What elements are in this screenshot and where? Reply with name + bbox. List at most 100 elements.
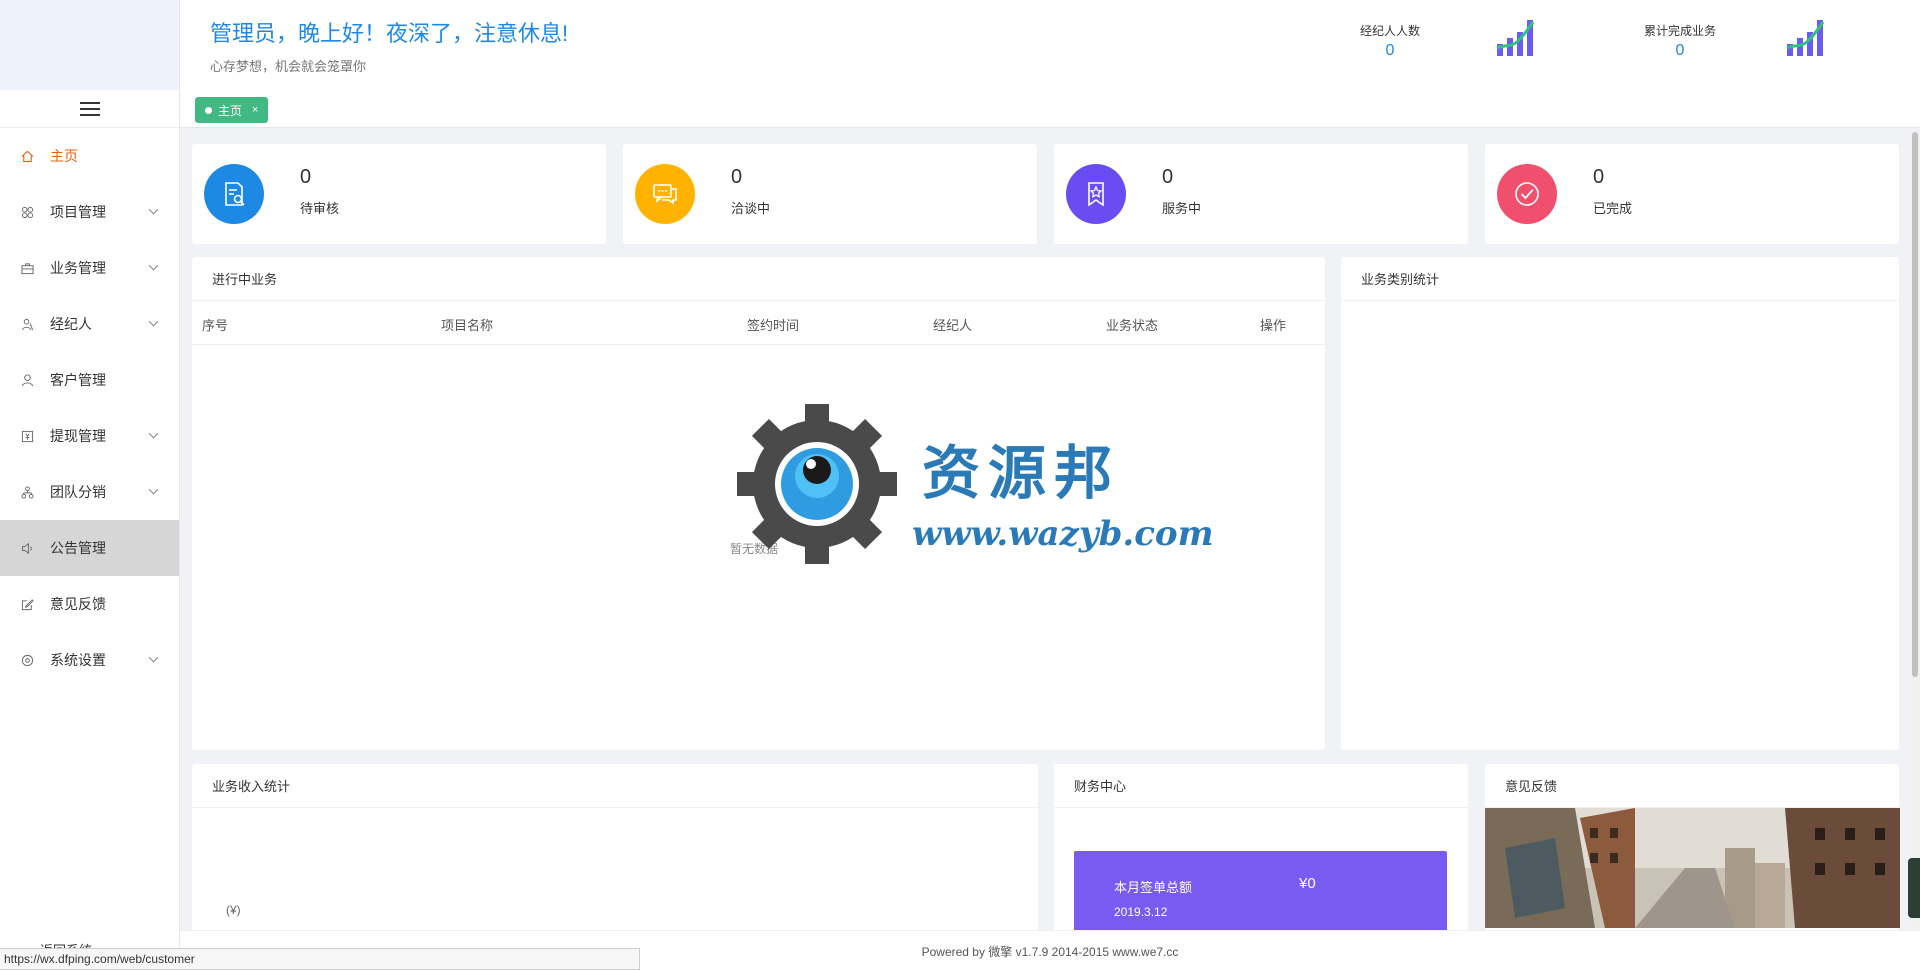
column-header-status[interactable]: 业务状态 — [1106, 315, 1158, 334]
document-search-icon — [204, 164, 264, 224]
monthly-total-card: 本月签单总额 ¥0 2019.3.12 — [1074, 851, 1447, 941]
category-stats-panel: 业务类别统计 — [1341, 257, 1899, 750]
hamburger-icon — [79, 101, 100, 116]
column-header-actions[interactable]: 操作 — [1260, 315, 1286, 334]
monthly-total-label: 本月签单总额 — [1114, 880, 1193, 895]
speaker-icon — [20, 541, 34, 555]
sidebar-item-settings[interactable]: 系统设置 — [0, 632, 179, 688]
main-content: 0 待审核 0 洽谈中 0 服务中 0 已完成 进行中业务 序号 项目名称 签约… — [180, 130, 1910, 941]
sidebar: 主页 项目管理 业务管理 经纪人 客户管理 提现管理 团队分销 公告管理 意见反… — [0, 0, 180, 970]
kpi-label: 待审核 — [300, 201, 340, 216]
status-bar-url: https://wx.dfping.com/web/customer — [0, 948, 640, 970]
feedback-panel: 意见反馈 — [1485, 764, 1900, 934]
check-circle-icon — [1497, 164, 1557, 224]
column-header-project[interactable]: 项目名称 — [441, 315, 493, 334]
team-icon — [20, 485, 34, 499]
chevron-down-icon — [148, 204, 159, 215]
sidebar-item-home[interactable]: 主页 — [0, 128, 179, 184]
sidebar-item-label: 经纪人 — [50, 316, 92, 332]
table-header: 序号 项目名称 签约时间 经纪人 业务状态 操作 — [192, 301, 1325, 345]
bar-growth-icon — [1496, 20, 1535, 56]
close-icon[interactable]: × — [252, 104, 258, 116]
sidebar-item-brokers[interactable]: 经纪人 — [0, 296, 179, 352]
kpi-label: 洽谈中 — [731, 201, 771, 216]
panel-title: 意见反馈 — [1485, 764, 1899, 808]
chevron-down-icon — [148, 484, 159, 495]
kpi-card-pending: 0 待审核 — [192, 144, 606, 244]
column-header-index[interactable]: 序号 — [202, 315, 228, 334]
people-icon — [20, 317, 34, 331]
sidebar-item-label: 团队分销 — [50, 484, 106, 500]
yen-axis-label: (¥) — [226, 903, 241, 917]
bookmark-star-icon — [1066, 164, 1126, 224]
stat-value: 0 — [1675, 42, 1685, 59]
logo-area — [0, 0, 179, 90]
menu-toggle-button[interactable] — [0, 90, 179, 128]
kpi-card-in-service: 0 服务中 — [1054, 144, 1468, 244]
completed-business-stat: 累计完成业务 0 — [1640, 18, 1840, 68]
tab-label: 主页 — [218, 103, 243, 118]
income-stats-panel: 业务收入统计 (¥) — [192, 764, 1038, 934]
monthly-total-value: ¥0 — [1299, 875, 1316, 892]
ongoing-business-panel: 进行中业务 序号 项目名称 签约时间 经纪人 业务状态 操作 暂无数据 — [192, 257, 1325, 750]
sidebar-item-label: 公告管理 — [50, 540, 106, 556]
chevron-down-icon — [148, 652, 159, 663]
kpi-label: 已完成 — [1593, 201, 1633, 216]
greeting-subtitle: 心存梦想，机会就会笼罩你 — [210, 59, 367, 74]
bar-growth-icon — [1786, 20, 1825, 56]
kpi-value: 0 — [1593, 166, 1605, 188]
sidebar-item-projects[interactable]: 项目管理 — [0, 184, 179, 240]
top-header: 管理员，晚上好！夜深了，注意休息! 心存梦想，机会就会笼罩你 经纪人人数 0 累… — [180, 0, 1920, 90]
kpi-value: 0 — [1162, 166, 1174, 188]
broker-count-stat: 经纪人人数 0 — [1350, 18, 1550, 68]
stat-value: 0 — [1385, 42, 1395, 59]
sidebar-item-feedback[interactable]: 意见反馈 — [0, 576, 179, 632]
kpi-value: 0 — [300, 166, 312, 188]
chevron-down-icon — [148, 428, 159, 439]
kpi-card-completed: 0 已完成 — [1485, 144, 1899, 244]
empty-state-text: 暂无数据 — [730, 542, 779, 556]
stat-label: 经纪人人数 — [1359, 24, 1420, 38]
kpi-card-negotiating: 0 洽谈中 — [623, 144, 1037, 244]
greeting-title: 管理员，晚上好！夜深了，注意休息! — [210, 21, 569, 46]
sidebar-item-withdraw[interactable]: 提现管理 — [0, 408, 179, 464]
sidebar-menu: 主页 项目管理 业务管理 经纪人 客户管理 提现管理 团队分销 公告管理 意见反… — [0, 128, 179, 688]
sidebar-item-announcements[interactable]: 公告管理 — [0, 520, 179, 576]
column-header-broker[interactable]: 经纪人 — [933, 315, 972, 334]
grid-icon — [20, 205, 34, 219]
tab-home[interactable]: 主页 × — [195, 97, 269, 123]
sidebar-item-label: 客户管理 — [50, 372, 106, 388]
settings-icon — [20, 653, 34, 667]
chat-icon — [635, 164, 695, 224]
column-header-sign-time[interactable]: 签约时间 — [747, 315, 799, 334]
city-street-image — [1485, 808, 1900, 928]
scrollbar-thumb[interactable] — [1912, 132, 1918, 677]
home-icon — [20, 149, 34, 163]
sidebar-item-business[interactable]: 业务管理 — [0, 240, 179, 296]
sidebar-item-label: 项目管理 — [50, 204, 106, 220]
kpi-label: 服务中 — [1162, 201, 1202, 216]
page-scrollbar[interactable] — [1910, 130, 1920, 930]
stat-label: 累计完成业务 — [1643, 24, 1716, 38]
user-icon — [20, 373, 34, 387]
finance-date: 2019.3.12 — [1114, 905, 1168, 919]
chevron-down-icon — [148, 316, 159, 327]
sidebar-item-label: 提现管理 — [50, 428, 106, 444]
chevron-down-icon — [148, 260, 159, 271]
side-float-tab[interactable] — [1908, 858, 1920, 918]
sidebar-item-customers[interactable]: 客户管理 — [0, 352, 179, 408]
sidebar-item-label: 主页 — [50, 148, 78, 164]
active-dot-icon — [205, 106, 212, 114]
sidebar-item-team[interactable]: 团队分销 — [0, 464, 179, 520]
panel-title: 业务收入统计 — [192, 764, 1038, 808]
edit-icon — [20, 597, 34, 611]
finance-panel: 财务中心 本月签单总额 ¥0 2019.3.12 — [1054, 764, 1468, 941]
tab-bar: 主页 × — [180, 90, 1920, 128]
sidebar-item-label: 意见反馈 — [50, 596, 106, 612]
sidebar-item-label: 业务管理 — [50, 260, 106, 276]
sidebar-item-label: 系统设置 — [50, 652, 106, 668]
panel-title: 进行中业务 — [192, 257, 1325, 301]
kpi-value: 0 — [731, 166, 743, 188]
briefcase-icon — [20, 261, 34, 275]
wallet-icon — [20, 429, 34, 443]
